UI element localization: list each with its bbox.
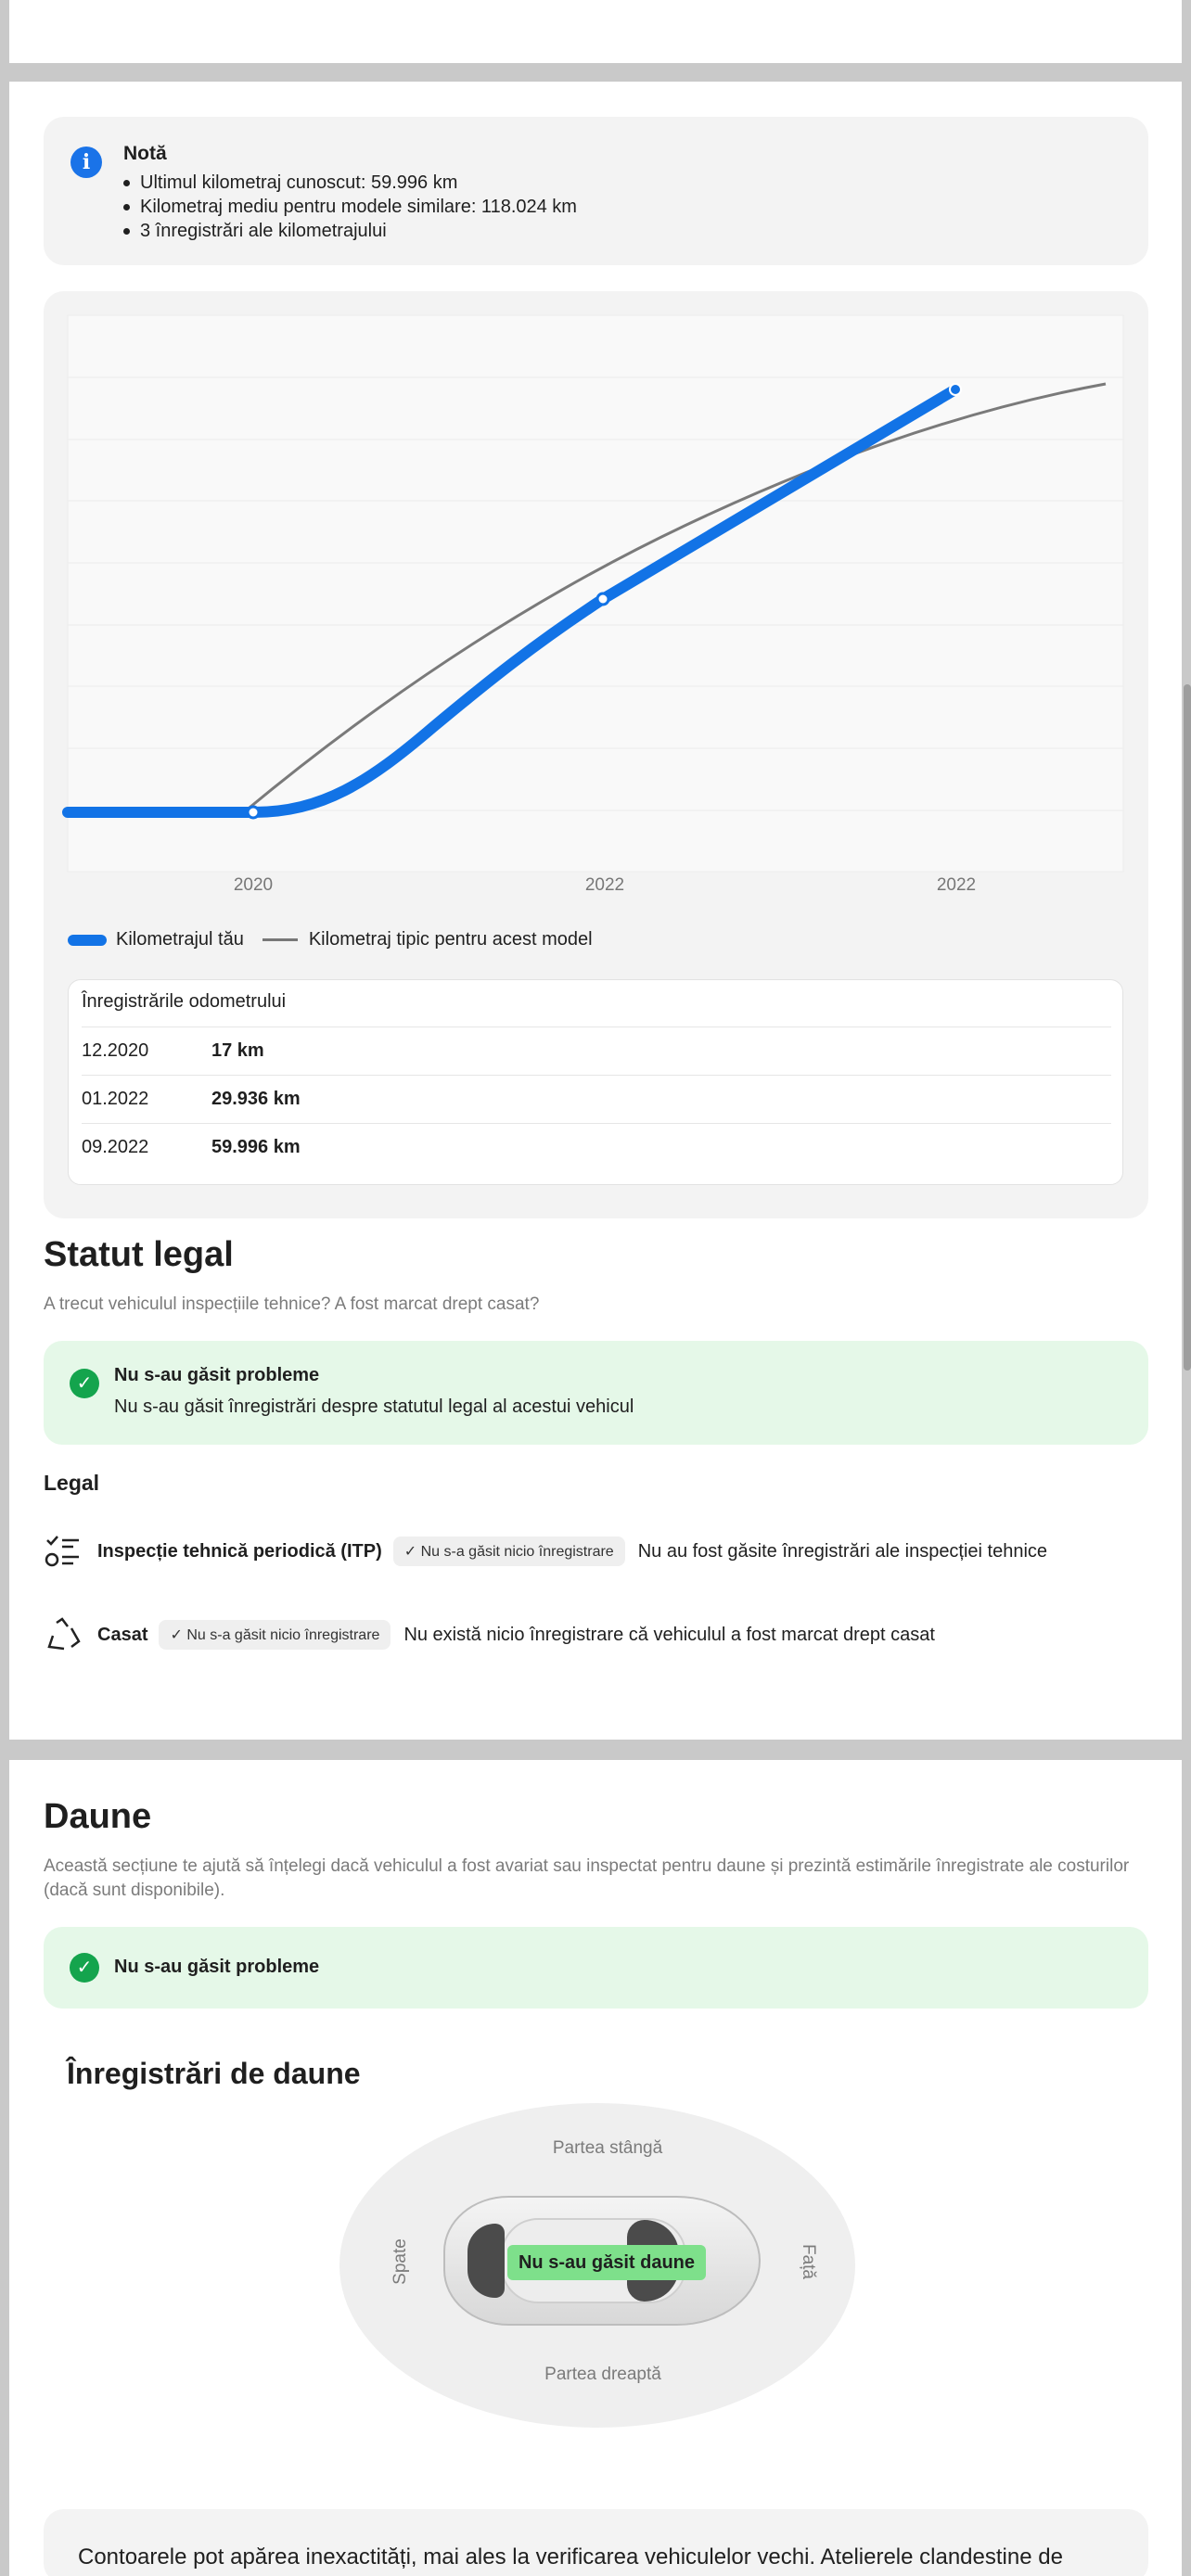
note-title: Notă bbox=[123, 143, 167, 164]
checklist-icon bbox=[44, 1532, 83, 1571]
damage-card: Daune Această secțiune te ajută să înțel… bbox=[9, 1760, 1182, 2576]
mileage-chart-box: 2020 2022 2022 Kilometrajul tău Kilometr… bbox=[44, 291, 1148, 1218]
legal-row-text: Nu au fost găsite înregistrări ale inspe… bbox=[637, 1540, 1048, 1562]
data-point[interactable] bbox=[246, 805, 261, 820]
side-label-rear: Spate bbox=[391, 2238, 410, 2285]
x-tick-label: 2020 bbox=[234, 875, 273, 895]
car-window-rear bbox=[467, 2224, 505, 2298]
note-list: Ultimul kilometraj cunoscut: 59.996 km K… bbox=[118, 171, 577, 243]
note-item: Kilometraj mediu pentru modele similare:… bbox=[118, 195, 577, 219]
legal-row-itp: Inspecție tehnică periodică (ITP) ✓ Nu s… bbox=[44, 1528, 1047, 1575]
odometer-table: Înregistrările odometrului 12.2020 17 km… bbox=[68, 979, 1123, 1185]
legal-ok-box: ✓ Nu s-au găsit probleme Nu s-au găsit î… bbox=[44, 1341, 1148, 1445]
damage-section-subtitle: Această secțiune te ajută să înțelegi da… bbox=[44, 1856, 1130, 1900]
disclaimer-text: Contoarele pot apărea inexactități, mai … bbox=[78, 2544, 1063, 2576]
odometer-date: 01.2022 bbox=[82, 1089, 149, 1109]
legend-swatch-typical bbox=[262, 938, 298, 941]
plot-area bbox=[67, 314, 1124, 873]
mileage-legal-card: i Notă Ultimul kilometraj cunoscut: 59.9… bbox=[9, 82, 1191, 1740]
legend-label-yours: Kilometrajul tău bbox=[116, 929, 244, 950]
damage-section-title: Daune bbox=[44, 1797, 152, 1836]
side-label-right: Partea dreaptă bbox=[544, 2365, 661, 2384]
odometer-km: 17 km bbox=[211, 1040, 264, 1061]
legal-section-title: Statut legal bbox=[44, 1235, 234, 1274]
note-box: i Notă Ultimul kilometraj cunoscut: 59.9… bbox=[44, 117, 1148, 265]
disclaimer-box: Contoarele pot apărea inexactități, mai … bbox=[44, 2509, 1148, 2576]
x-tick-label: 2022 bbox=[585, 875, 624, 895]
status-badge: ✓ Nu s-a găsit nicio înregistrare bbox=[392, 1537, 625, 1566]
recycle-icon bbox=[44, 1615, 83, 1654]
previous-card bbox=[9, 0, 1182, 63]
table-row: 12.2020 17 km bbox=[82, 1027, 1111, 1075]
data-point[interactable] bbox=[949, 383, 962, 396]
status-badge-text: Nu s-a găsit nicio înregistrare bbox=[420, 1544, 614, 1560]
chart-legend: Kilometrajul tău Kilometraj tipic pentru… bbox=[68, 929, 593, 950]
legal-section-subtitle: A trecut vehiculul inspecțiile tehnice? … bbox=[44, 1294, 540, 1314]
side-label-left: Partea stângă bbox=[552, 2138, 663, 2158]
check-circle-icon: ✓ bbox=[70, 1369, 99, 1398]
legal-row-label: Casat bbox=[97, 1624, 148, 1645]
damage-records-title: Înregistrări de daune bbox=[67, 2057, 361, 2090]
odometer-date: 09.2022 bbox=[82, 1137, 149, 1157]
legal-row-casat: Casat ✓ Nu s-a găsit nicio înregistrare … bbox=[44, 1612, 935, 1658]
legal-subhead: Legal bbox=[44, 1471, 100, 1495]
odometer-date: 12.2020 bbox=[82, 1040, 149, 1061]
note-item: Ultimul kilometraj cunoscut: 59.996 km bbox=[118, 171, 577, 195]
odometer-km: 29.936 km bbox=[211, 1089, 301, 1109]
table-row: 09.2022 59.996 km bbox=[82, 1123, 1111, 1171]
legend-label-typical: Kilometraj tipic pentru acest model bbox=[308, 929, 593, 950]
damage-ok-title: Nu s-au găsit probleme bbox=[114, 1957, 320, 1977]
legal-ok-text: Nu s-au găsit înregistrări despre statut… bbox=[114, 1396, 634, 1417]
no-damage-badge: Nu s-au găsit daune bbox=[507, 2245, 706, 2280]
status-badge: ✓ Nu s-a găsit nicio înregistrare bbox=[159, 1620, 391, 1650]
damage-ok-box: ✓ Nu s-au găsit probleme bbox=[44, 1927, 1148, 2009]
x-tick-label: 2022 bbox=[937, 875, 976, 895]
odometer-table-title: Înregistrările odometrului bbox=[82, 991, 287, 1012]
side-label-front: Față bbox=[799, 2243, 818, 2280]
mileage-chart: 2020 2022 2022 bbox=[62, 314, 1124, 895]
odometer-km: 59.996 km bbox=[211, 1137, 301, 1157]
legal-ok-title: Nu s-au găsit probleme bbox=[114, 1365, 320, 1385]
legal-row-label: Inspecție tehnică periodică (ITP) bbox=[97, 1540, 382, 1562]
check-circle-icon: ✓ bbox=[70, 1953, 99, 1983]
table-row: 01.2022 29.936 km bbox=[82, 1075, 1111, 1123]
scrollbar[interactable] bbox=[1184, 684, 1191, 1371]
legend-swatch-yours bbox=[68, 934, 107, 946]
status-badge-text: Nu s-a găsit nicio înregistrare bbox=[186, 1627, 380, 1643]
note-item: 3 înregistrări ale kilometrajului bbox=[118, 219, 577, 243]
info-icon: i bbox=[70, 147, 102, 178]
legal-row-text: Nu există nicio înregistrare că vehiculu… bbox=[403, 1624, 935, 1645]
data-point[interactable] bbox=[596, 592, 610, 606]
